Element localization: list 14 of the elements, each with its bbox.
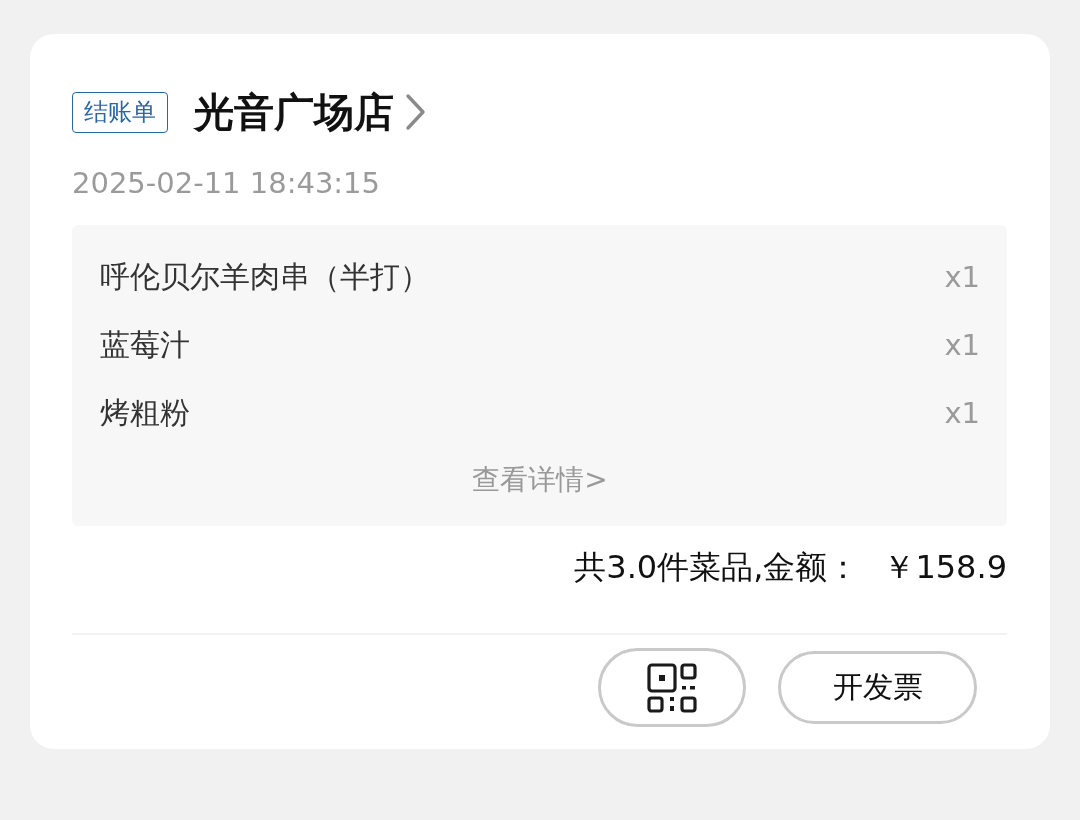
qr-code-icon (647, 662, 697, 713)
store-link[interactable]: 光音广场店 (194, 84, 428, 140)
order-time: 2025-02-11 18:43:15 (72, 165, 381, 202)
invoice-button[interactable]: 开发票 (778, 651, 977, 724)
item-name: 蓝莓汁 (100, 325, 190, 364)
item-name: 呼伦贝尔羊肉串（半打） (100, 257, 430, 296)
total-amount: ￥158.9 (883, 547, 1007, 588)
item-count-label: 共3.0件菜品,金额： (574, 547, 860, 588)
chevron-right-icon (404, 92, 428, 132)
item-quantity: x1 (944, 260, 980, 294)
item-quantity: x1 (944, 328, 980, 362)
order-type-badge: 结账单 (72, 91, 168, 133)
item-quantity: x1 (944, 396, 980, 430)
item-name: 烤粗粉 (100, 393, 190, 432)
